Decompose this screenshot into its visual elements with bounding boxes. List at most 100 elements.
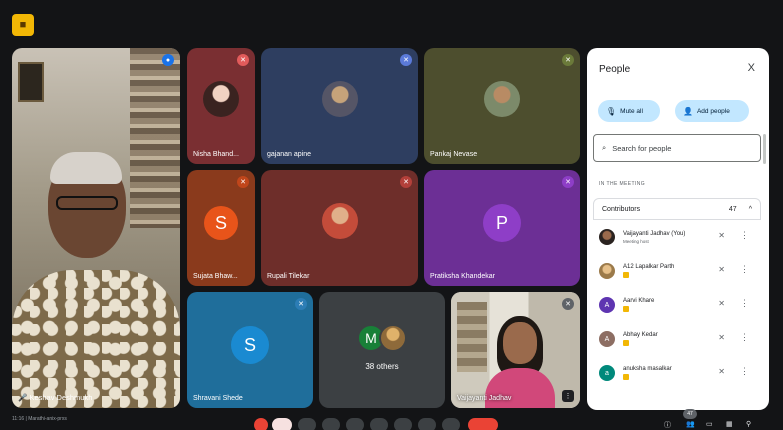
participant-list: Vaijayanti Jadhav (You) Meeting host ✕ ⋮…	[593, 220, 761, 390]
participant-name: Rupali Tilekar	[267, 273, 310, 280]
panel-title: People	[599, 64, 631, 75]
self-face	[503, 322, 537, 364]
avatar: P	[483, 204, 521, 243]
raise-hand-button[interactable]	[272, 418, 292, 430]
participant-name: Vaijayanti Jadhav (You)	[623, 230, 686, 237]
self-video-tile[interactable]: ✕ Vaijayanti Jadhav ⋮	[451, 292, 580, 408]
participant-name: Vaijayanti Jadhav	[457, 395, 512, 402]
participant-name: gajanan apine	[267, 151, 311, 158]
mic-off-icon: ✕	[237, 54, 249, 66]
add-person-icon: 👤	[683, 106, 693, 116]
mic-off-icon: ✕	[400, 176, 412, 188]
more-options-icon[interactable]: ⋮	[740, 230, 749, 241]
tag-icon	[623, 374, 629, 380]
camera-button[interactable]	[298, 418, 316, 430]
avatar	[379, 324, 407, 353]
hand-button[interactable]	[394, 418, 412, 430]
others-tile[interactable]: M 38 others	[319, 292, 445, 408]
mute-all-button[interactable]: 🎙 Mute all	[598, 100, 660, 122]
speaker-glasses	[56, 196, 118, 210]
meet-call-window: ■ ● 🎤 Keshav Deshmukh ✕ Nisha Bhand... ✕…	[0, 0, 783, 430]
meeting-info: 11:16 | Marathi-anix-prxs	[12, 416, 67, 422]
more-options-button[interactable]	[418, 418, 436, 430]
avatar	[599, 263, 615, 279]
people-icon[interactable]: 👥	[686, 420, 695, 428]
list-item[interactable]: A Abhay Kedar ✕ ⋮	[593, 322, 761, 356]
speaker-hair	[50, 152, 122, 184]
section-label: IN THE MEETING	[599, 181, 646, 187]
more-options-icon[interactable]: ⋮	[740, 298, 749, 309]
avatar: S	[204, 206, 238, 241]
speaker-name: 🎤 Keshav Deshmukh	[18, 393, 93, 402]
present-button[interactable]	[370, 418, 388, 430]
mic-off-button[interactable]	[254, 418, 268, 430]
speaking-indicator-icon: ●	[162, 54, 174, 66]
mic-off-icon[interactable]: ✕	[718, 299, 725, 308]
add-people-button[interactable]: 👤 Add people	[675, 100, 749, 122]
more-options-icon[interactable]: ⋮	[740, 366, 749, 377]
participant-name: Nisha Bhand...	[193, 151, 239, 158]
mic-off-icon[interactable]: ✕	[718, 231, 725, 240]
avatar: A	[599, 331, 615, 347]
avatar	[321, 203, 358, 240]
avatar: a	[599, 365, 615, 381]
close-icon[interactable]: X	[748, 62, 755, 74]
mic-off-icon[interactable]: ✕	[718, 265, 725, 274]
lock-icon[interactable]: ⚲	[746, 420, 751, 428]
participant-name: Aarvi Khare	[623, 298, 655, 304]
emoji-button[interactable]	[346, 418, 364, 430]
activities-button[interactable]	[442, 418, 460, 430]
participant-tile-pratiksha[interactable]: P ✕ Pratiksha Khandekar	[424, 170, 580, 286]
bookshelf-background	[130, 48, 180, 228]
avatar: A	[599, 297, 615, 313]
participant-name: Abhay Kedar	[623, 332, 658, 338]
mic-off-icon[interactable]: ✕	[718, 367, 725, 376]
info-icon[interactable]: ⓘ	[664, 420, 671, 430]
tag-icon	[623, 340, 629, 346]
chat-icon[interactable]: ▭	[706, 420, 713, 428]
list-item[interactable]: a anuksha masalkar ✕ ⋮	[593, 356, 761, 390]
participant-count-badge: 47	[683, 409, 697, 419]
leave-call-button[interactable]	[468, 418, 498, 430]
list-item[interactable]: A Aarvi Khare ✕ ⋮	[593, 288, 761, 322]
participant-name: A12 Lapalkar Parth	[623, 264, 675, 270]
people-panel: People X 🎙 Mute all 👤 Add people ⌕ Searc…	[587, 48, 769, 410]
participant-name: Sujata Bhaw...	[193, 273, 238, 280]
search-input[interactable]: ⌕ Search for people	[593, 134, 761, 162]
participant-tile-gajanan[interactable]: ✕ gajanan apine	[261, 48, 418, 164]
mic-off-icon[interactable]: ✕	[718, 333, 725, 342]
avatar	[484, 81, 520, 118]
tag-icon	[623, 306, 629, 312]
bookshelf-background	[457, 302, 487, 372]
activities-icon[interactable]: ▦	[726, 420, 733, 428]
search-icon: ⌕	[602, 143, 607, 152]
participant-name: anuksha masalkar	[623, 366, 672, 372]
participant-name: Pankaj Nevase	[430, 151, 478, 158]
participant-tile-shravani[interactable]: S ✕ Shravani Shede	[187, 292, 313, 408]
participant-name: Shravani Shede	[193, 395, 243, 402]
others-avatar-stack: M	[357, 324, 407, 353]
contributors-header[interactable]: Contributors 47 ^	[593, 198, 761, 220]
participant-tile-pankaj[interactable]: ✕ Pankaj Nevase	[424, 48, 580, 164]
participant-tile-rupali[interactable]: ✕ Rupali Tilekar	[261, 170, 418, 286]
mic-off-icon: ✕	[400, 54, 412, 66]
mic-off-icon: ✕	[237, 176, 249, 188]
mic-off-icon: 🎙	[606, 106, 617, 116]
meet-app-icon[interactable]: ■	[12, 14, 34, 36]
avatar	[599, 229, 615, 245]
mic-off-icon: ✕	[562, 176, 574, 188]
participant-tile-nisha[interactable]: ✕ Nisha Bhand...	[187, 48, 255, 164]
scrollbar[interactable]	[763, 134, 766, 164]
captions-button[interactable]	[322, 418, 340, 430]
more-options-icon[interactable]: ⋮	[562, 390, 574, 402]
chevron-up-icon: ^	[748, 205, 752, 213]
participant-role: Meeting host	[623, 238, 649, 244]
speaker-video-tile[interactable]: ● 🎤 Keshav Deshmukh	[12, 48, 180, 408]
participant-name: Pratiksha Khandekar	[430, 273, 495, 280]
mic-off-icon: ✕	[562, 54, 574, 66]
more-options-icon[interactable]: ⋮	[740, 264, 749, 275]
list-item[interactable]: Vaijayanti Jadhav (You) Meeting host ✕ ⋮	[593, 220, 761, 254]
more-options-icon[interactable]: ⋮	[740, 332, 749, 343]
participant-tile-sujata[interactable]: S ✕ Sujata Bhaw...	[187, 170, 255, 286]
list-item[interactable]: A12 Lapalkar Parth ✕ ⋮	[593, 254, 761, 288]
